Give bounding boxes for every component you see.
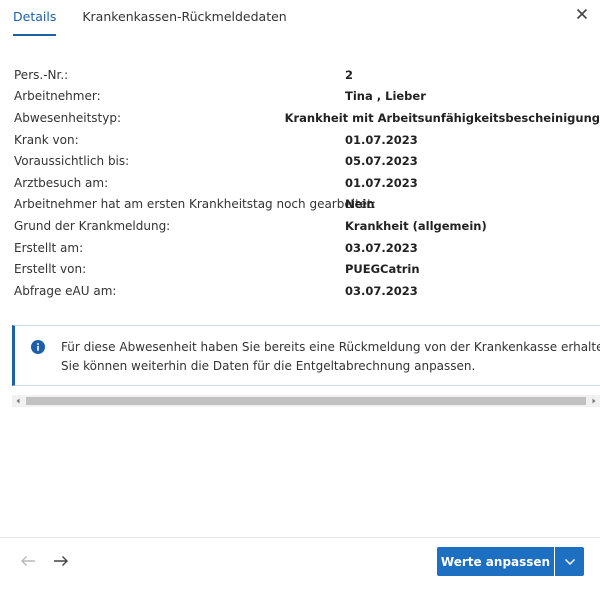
detail-value: 05.07.2023 bbox=[345, 154, 418, 169]
detail-row-erstellt-von: Erstellt von: PUEGCatrin bbox=[14, 258, 600, 280]
detail-value: 01.07.2023 bbox=[345, 132, 418, 147]
detail-value: PUEGCatrin bbox=[345, 262, 420, 277]
close-button[interactable] bbox=[570, 2, 594, 26]
werte-anpassen-button[interactable]: Werte anpassen bbox=[437, 547, 554, 576]
scroll-right-button[interactable] bbox=[588, 395, 600, 407]
horizontal-scrollbar[interactable] bbox=[12, 395, 600, 407]
tab-bar: Details Krankenkassen-Rückmeldedaten bbox=[13, 0, 287, 36]
detail-row-abfrage-eau: Abfrage eAU am: 03.07.2023 bbox=[14, 280, 600, 302]
detail-label: Arztbesuch am: bbox=[14, 175, 109, 190]
detail-value: 2 bbox=[345, 67, 354, 82]
detail-value: Tina , Lieber bbox=[345, 89, 426, 104]
detail-label: Voraussichtlich bis: bbox=[14, 154, 130, 169]
detail-row-abwesenheitstyp: Abwesenheitstyp: Krankheit mit Arbeitsun… bbox=[14, 107, 600, 129]
absence-details-dialog: Details Krankenkassen-Rückmeldedaten Per… bbox=[0, 0, 600, 593]
info-icon bbox=[31, 340, 45, 354]
detail-value: 01.07.2023 bbox=[345, 175, 418, 190]
scroll-left-button[interactable] bbox=[12, 395, 24, 407]
previous-button[interactable] bbox=[17, 550, 39, 572]
arrow-right-icon bbox=[54, 556, 68, 566]
more-actions-dropdown-button[interactable] bbox=[555, 547, 584, 576]
footer-divider bbox=[0, 537, 600, 538]
detail-label: Arbeitnehmer: bbox=[14, 89, 101, 104]
detail-row-erstellt-am: Erstellt am: 03.07.2023 bbox=[14, 237, 600, 259]
detail-label: Erstellt am: bbox=[14, 240, 84, 255]
details-list: Pers.-Nr.: 2 Arbeitnehmer: Tina , Lieber… bbox=[14, 64, 600, 302]
detail-label: Krank von: bbox=[14, 132, 79, 147]
detail-row-arbeitnehmer: Arbeitnehmer: Tina , Lieber bbox=[14, 86, 600, 108]
detail-value: Krankheit (allgemein) bbox=[345, 218, 487, 233]
detail-label: Grund der Krankmeldung: bbox=[14, 218, 171, 233]
next-button[interactable] bbox=[50, 550, 72, 572]
detail-value: 03.07.2023 bbox=[345, 240, 418, 255]
detail-value: Nein bbox=[345, 197, 375, 212]
detail-row-arztbesuch-am: Arztbesuch am: 01.07.2023 bbox=[14, 172, 600, 194]
info-message-box: Für diese Abwesenheit haben Sie bereits … bbox=[12, 325, 600, 386]
scroll-right-icon bbox=[592, 398, 596, 404]
detail-row-erster-krankheitstag: Arbeitnehmer hat am ersten Krankheitstag… bbox=[14, 194, 600, 216]
detail-row-krank-von: Krank von: 01.07.2023 bbox=[14, 129, 600, 151]
detail-label: Pers.-Nr.: bbox=[14, 67, 69, 82]
detail-label: Abfrage eAU am: bbox=[14, 283, 117, 298]
detail-label: Abwesenheitstyp: bbox=[14, 110, 122, 125]
close-icon bbox=[576, 8, 588, 20]
tab-krankenkassen-rueckmeldedaten[interactable]: Krankenkassen-Rückmeldedaten bbox=[82, 0, 286, 36]
arrow-left-icon bbox=[21, 556, 35, 566]
detail-row-voraussichtlich-bis: Voraussichtlich bis: 05.07.2023 bbox=[14, 150, 600, 172]
scroll-left-icon bbox=[16, 398, 20, 404]
info-message-text: Für diese Abwesenheit haben Sie bereits … bbox=[61, 340, 600, 373]
tab-details[interactable]: Details bbox=[13, 0, 57, 36]
detail-value: Krankheit mit Arbeitsunfähigkeitsbeschei… bbox=[284, 110, 600, 125]
detail-row-grund: Grund der Krankmeldung: Krankheit (allge… bbox=[14, 215, 600, 237]
detail-row-pers-nr: Pers.-Nr.: 2 bbox=[14, 64, 600, 86]
chevron-down-icon bbox=[564, 558, 575, 565]
detail-label: Erstellt von: bbox=[14, 262, 87, 277]
detail-value: 03.07.2023 bbox=[345, 283, 418, 298]
detail-label: Arbeitnehmer hat am ersten Krankheitstag… bbox=[14, 197, 376, 212]
scrollbar-thumb[interactable] bbox=[26, 397, 586, 405]
